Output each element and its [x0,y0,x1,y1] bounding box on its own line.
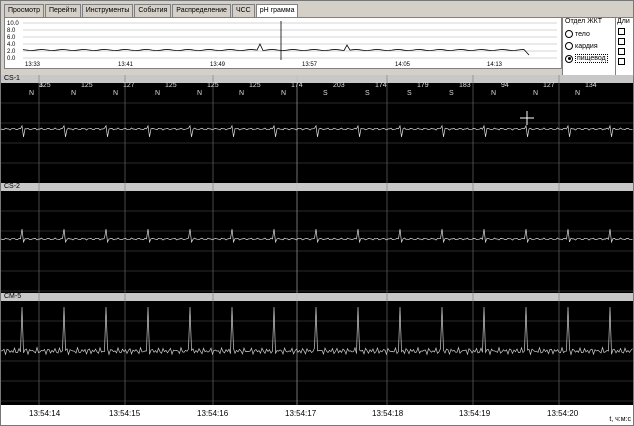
beat-annotation: N [533,90,538,97]
beat-annotation: S [323,90,328,97]
beat-annotation: S [407,90,412,97]
gi-section-title: Отдел ЖКТ [565,18,603,25]
beat-annotation: S [449,90,454,97]
ecg-trace-cm5 [1,306,633,356]
ph-x-label: 13:41 [118,62,134,68]
tab-ph-gram[interactable]: pH грамма [255,4,299,18]
beat-annotation: 125 [165,82,177,89]
ecg-trace-cs1 [1,124,633,138]
tab-events[interactable]: События [134,4,172,17]
beat-annotation: N [575,90,580,97]
beat-annotation: 203 [333,82,345,89]
beat-annotation: N [281,90,286,97]
length-checkbox-3[interactable] [618,48,625,55]
ph-x-label: 14:05 [395,62,411,68]
ph-y-label: 4.0 [7,42,16,48]
beat-annotation: 125 [207,82,219,89]
tab-distribution[interactable]: Распределение [172,4,231,17]
beat-annotation: N [113,90,118,97]
tab-tools[interactable]: Инструменты [81,4,134,17]
radio-esophagus-label: пищевод [575,54,608,63]
ph-x-labels: 13:33 13:41 13:49 13:57 14:05 14:13 [25,62,503,68]
time-tick: 13:54:17 [285,409,317,418]
beat-annotation: 127 [543,82,555,89]
beat-annotation: N [155,90,160,97]
time-tick: 13:54:18 [372,409,404,418]
beat-annotation: N [491,90,496,97]
ph-x-label: 14:13 [487,62,503,68]
time-tick: 13:54:16 [197,409,229,418]
ph-y-label: 8.0 [7,28,16,34]
beat-annotation: 179 [417,82,429,89]
time-tick: 13:54:20 [547,409,579,418]
beat-annotation: 125 [39,82,51,89]
radio-esophagus-dot[interactable] [565,54,573,63]
beat-annotation: 125 [81,82,93,89]
beat-annotation: N [71,90,76,97]
ph-y-label: 6.0 [7,35,16,41]
ph-y-label: 2.0 [7,49,16,55]
radio-cardia[interactable]: кардия [565,42,598,50]
beat-annotation: N [197,90,202,97]
beat-annotation: 183 [459,82,471,89]
ph-overview-panel[interactable]: 10.0 8.0 6.0 4.0 2.0 0.0 13:33 13:41 13:… [4,17,562,69]
tab-bar: Просмотр Перейти Инструменты События Рас… [4,4,299,18]
time-axis: 13:54:14 13:54:15 13:54:16 13:54:17 13:5… [1,405,633,425]
radio-body[interactable]: тело [565,30,590,38]
beat-annotation: 125 [249,82,261,89]
length-checkbox-1[interactable] [618,28,625,35]
beat-annotation: S [365,90,370,97]
beat-annotation: 94 [501,82,509,89]
beat-annotation: N [29,90,34,97]
radio-cardia-label: кардия [575,42,598,50]
ph-x-label: 13:49 [210,62,226,68]
beat-annotation: 134 [585,82,597,89]
ph-y-labels: 10.0 8.0 6.0 4.0 2.0 0.0 [7,21,19,62]
radio-cardia-dot[interactable] [565,42,573,50]
radio-esophagus[interactable]: пищевод [565,54,608,63]
gi-section-panel: Отдел ЖКТ тело кардия пищевод Дли [562,17,634,77]
ecg-traces[interactable]: 3125N125N127N125N125N125N174N203S174S179… [1,75,633,405]
beat-annotations: 3125N125N127N125N125N125N174N203S174S179… [29,82,597,97]
length-group-title: Дли [617,18,630,25]
tab-goto[interactable]: Перейти [44,4,81,17]
beat-annotation: 174 [291,82,303,89]
length-checkbox-4[interactable] [618,58,625,65]
beat-annotation: 127 [123,82,135,89]
ph-y-label: 10.0 [7,21,19,27]
ph-x-label: 13:57 [302,62,318,68]
time-unit-label: t, ч:м:с [609,416,631,423]
tab-view[interactable]: Просмотр [4,4,44,17]
time-tick: 13:54:14 [29,409,61,418]
beat-annotation: N [239,90,244,97]
radio-body-label: тело [575,30,590,38]
ph-overview-chart[interactable]: 10.0 8.0 6.0 4.0 2.0 0.0 13:33 13:41 13:… [5,18,561,68]
app-window: Просмотр Перейти Инструменты События Рас… [0,0,634,426]
length-checkbox-2[interactable] [618,38,625,45]
ph-x-label: 13:33 [25,62,41,68]
tab-hr[interactable]: ЧСС [231,4,255,17]
length-group: Дли [615,18,632,76]
time-tick: 13:54:19 [459,409,491,418]
ph-y-label: 0.0 [7,56,16,62]
ecg-chart-area[interactable]: CS-1 CS-2 CM-5 3 125 N 125 N 127 N 125 N 125 N 125 N… [1,75,633,405]
beat-annotation: 174 [375,82,387,89]
radio-body-dot[interactable] [565,30,573,38]
time-tick: 13:54:15 [109,409,141,418]
ph-trace [22,43,530,56]
